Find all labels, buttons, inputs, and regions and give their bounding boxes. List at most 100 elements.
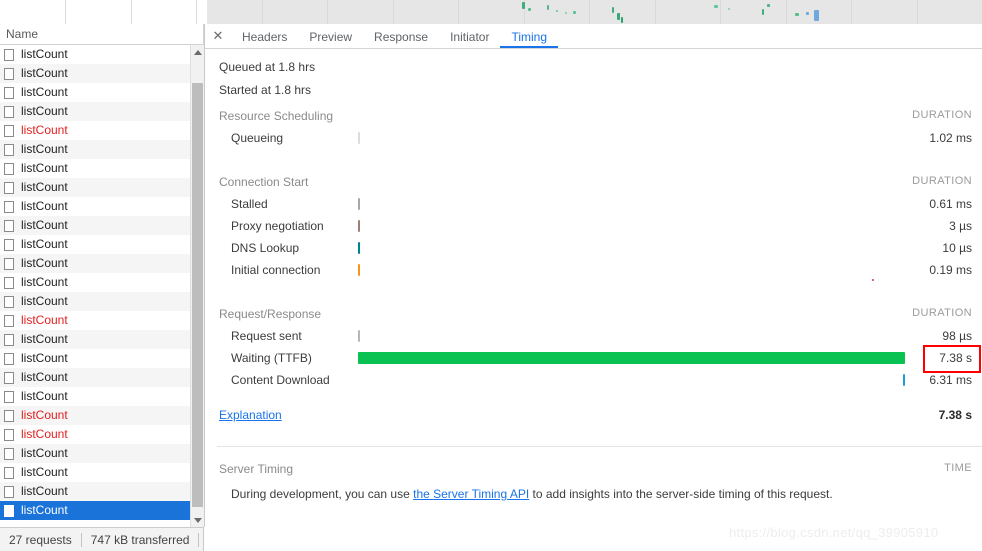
request-list-item[interactable]: listCount: [0, 159, 190, 178]
timing-duration-value: 98 µs: [942, 329, 972, 343]
overview-divider: [196, 0, 197, 24]
document-icon: [4, 143, 14, 156]
request-list-item[interactable]: listCount: [0, 45, 190, 64]
column-separator[interactable]: [203, 24, 204, 45]
tab-preview[interactable]: Preview: [298, 25, 363, 48]
request-list-item[interactable]: listCount: [0, 197, 190, 216]
scroll-down-button[interactable]: [191, 513, 204, 527]
request-name-label: listCount: [21, 408, 68, 422]
request-list-item[interactable]: listCount: [0, 311, 190, 330]
chevron-down-icon: [193, 517, 202, 523]
overview-marker: [814, 10, 819, 21]
request-name-label: listCount: [21, 294, 68, 308]
timing-duration-header: DURATION: [912, 109, 972, 121]
close-icon[interactable]: ✕: [205, 24, 231, 48]
network-overview-timeline[interactable]: [0, 0, 982, 25]
request-name-label: listCount: [21, 237, 68, 251]
tab-timing[interactable]: Timing: [500, 25, 559, 48]
request-list-item[interactable]: listCount: [0, 178, 190, 197]
document-icon: [4, 504, 14, 517]
request-list-header: Name: [0, 24, 204, 45]
overview-marker: [762, 9, 764, 15]
request-list-item[interactable]: listCount: [0, 406, 190, 425]
document-icon: [4, 333, 14, 346]
timing-row-label: Waiting (TTFB): [231, 351, 312, 365]
overview-divider: [786, 0, 787, 24]
overview-marker: [522, 2, 525, 9]
request-name-label: listCount: [21, 313, 68, 327]
timing-duration-value: 6.31 ms: [929, 373, 972, 387]
request-list-item[interactable]: listCount: [0, 387, 190, 406]
timing-bar: [358, 242, 360, 254]
column-header-name[interactable]: Name: [6, 27, 38, 41]
overview-marker: [621, 17, 623, 23]
scroll-up-button[interactable]: [191, 45, 204, 59]
tab-initiator[interactable]: Initiator: [439, 25, 500, 48]
request-list-item[interactable]: listCount: [0, 292, 190, 311]
request-name-label: listCount: [21, 142, 68, 156]
tab-response[interactable]: Response: [363, 25, 439, 48]
request-list-item[interactable]: listCount: [0, 501, 190, 520]
scrollbar-thumb[interactable]: [192, 83, 203, 507]
timing-row-label: Content Download: [231, 373, 330, 387]
request-list-item[interactable]: listCount: [0, 64, 190, 83]
timing-row-label: Stalled: [231, 197, 268, 211]
server-timing-title: Server Timing: [219, 462, 294, 476]
timing-duration-value: 0.19 ms: [929, 263, 972, 277]
request-list-item[interactable]: listCount: [0, 482, 190, 501]
request-list-item[interactable]: listCount: [0, 444, 190, 463]
overview-marker: [556, 10, 558, 12]
total-duration-value: 7.38 s: [938, 408, 972, 422]
overview-divider: [131, 0, 132, 24]
request-name-label: listCount: [21, 351, 68, 365]
request-name-label: listCount: [21, 104, 68, 118]
timing-row-label: Queueing: [231, 131, 284, 145]
request-list-item[interactable]: listCount: [0, 368, 190, 387]
timing-row-label: Request sent: [231, 329, 302, 343]
explanation-link[interactable]: Explanation: [219, 408, 282, 422]
overview-marker: [767, 4, 770, 7]
request-list-item[interactable]: listCount: [0, 121, 190, 140]
timing-duration-value: 3 µs: [949, 219, 972, 233]
request-list-scrollbar[interactable]: [190, 45, 204, 527]
stray-dot: [872, 279, 874, 281]
server-timing-api-link[interactable]: the Server Timing API: [413, 487, 529, 501]
detail-tabs: Headers Preview Response Initiator Timing: [231, 25, 559, 48]
document-icon: [4, 257, 14, 270]
timing-bar: [358, 352, 905, 364]
document-icon: [4, 447, 14, 460]
request-list-item[interactable]: listCount: [0, 140, 190, 159]
overview-marker: [714, 5, 718, 8]
document-icon: [4, 295, 14, 308]
request-list-rows[interactable]: listCount listCount listCount listCount list…: [0, 45, 190, 527]
request-list-item[interactable]: listCount: [0, 83, 190, 102]
request-list-item[interactable]: listCount: [0, 349, 190, 368]
tab-headers[interactable]: Headers: [231, 25, 298, 48]
timing-row-label: Initial connection: [231, 263, 321, 277]
request-list-item[interactable]: listCount: [0, 463, 190, 482]
document-icon: [4, 485, 14, 498]
request-name-label: listCount: [21, 332, 68, 346]
timing-bar: [358, 198, 360, 210]
timing-bar: [358, 132, 360, 144]
request-name-label: listCount: [21, 161, 68, 175]
request-list-item[interactable]: listCount: [0, 254, 190, 273]
request-list-item[interactable]: listCount: [0, 216, 190, 235]
request-list-item[interactable]: listCount: [0, 425, 190, 444]
server-timing-time-header: TIME: [944, 462, 972, 474]
request-list-item[interactable]: listCount: [0, 102, 190, 121]
request-list-item[interactable]: listCount: [0, 330, 190, 349]
request-name-label: listCount: [21, 389, 68, 403]
timing-row-label: Proxy negotiation: [231, 219, 324, 233]
request-list-item[interactable]: listCount: [0, 273, 190, 292]
status-divider-2: [198, 532, 200, 547]
request-name-label: listCount: [21, 484, 68, 498]
detail-tabbar: ✕ Headers Preview Response Initiator Timing: [205, 24, 982, 49]
document-icon: [4, 352, 14, 365]
document-icon: [4, 428, 14, 441]
request-list-item[interactable]: listCount: [0, 235, 190, 254]
request-name-label: listCount: [21, 199, 68, 213]
overview-divider: [851, 0, 852, 24]
timing-bar: [358, 220, 360, 232]
timing-duration-value: 10 µs: [942, 241, 972, 255]
